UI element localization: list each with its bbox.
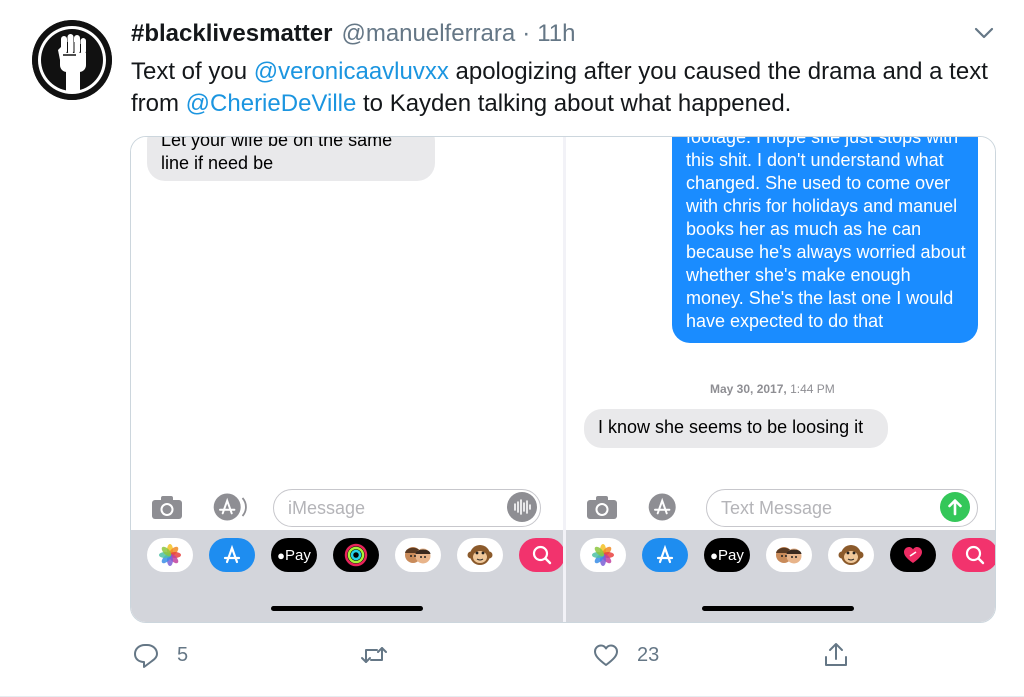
activity-icon[interactable] <box>333 538 379 572</box>
message-input-bar: Text Message <box>566 486 995 530</box>
home-indicator <box>271 606 423 611</box>
apple-pay-label: Pay <box>718 546 744 564</box>
memoji-icon[interactable] <box>395 538 441 572</box>
app-store-icon[interactable] <box>642 538 688 572</box>
app-drawer: ● Pay <box>131 530 563 622</box>
mention-link[interactable]: @veronicaavluvxx <box>254 58 449 85</box>
message-bubble-sent: footage. I hope she just stops with this… <box>672 137 978 343</box>
heart-icon <box>594 644 618 666</box>
reply-button[interactable]: 5 <box>131 640 188 670</box>
apple-pay-icon[interactable]: ● Pay <box>704 538 750 572</box>
apple-pay-icon[interactable]: ● Pay <box>271 538 317 572</box>
separator-dot: · <box>522 20 531 47</box>
display-name[interactable]: #blacklivesmatter <box>131 20 332 48</box>
timestamp-date: May 30, 2017, <box>710 382 787 396</box>
like-count: 23 <box>637 643 660 666</box>
avatar[interactable] <box>32 20 112 100</box>
monkey-icon[interactable] <box>457 538 503 572</box>
chevron-down-icon[interactable] <box>970 22 998 44</box>
app-store-icon[interactable] <box>209 538 255 572</box>
home-indicator <box>702 606 854 611</box>
retweet-button[interactable] <box>359 640 405 670</box>
share-button[interactable] <box>821 640 867 670</box>
app-store-icon[interactable] <box>211 492 247 522</box>
reply-icon <box>134 644 158 668</box>
message-input-bar: iMessage <box>131 486 563 530</box>
raised-fist-icon <box>32 20 112 100</box>
share-icon <box>825 643 847 666</box>
left-screenshot: Let your wife be on the same line if nee… <box>131 137 563 622</box>
photos-icon[interactable] <box>580 538 626 572</box>
photos-icon[interactable] <box>147 538 193 572</box>
tweet-actions: 5 23 <box>131 640 1011 674</box>
text-message-input[interactable]: Text Message <box>706 489 978 527</box>
app-store-icon[interactable] <box>646 492 682 522</box>
heart-icon[interactable] <box>890 538 936 572</box>
tweet-text-part: Text of you <box>131 58 254 85</box>
tweet-text-part: to Kayden talking about what happened. <box>356 90 792 117</box>
retweet-icon <box>361 647 387 663</box>
tweet-media[interactable]: Let your wife be on the same line if nee… <box>130 136 996 623</box>
monkey-icon[interactable] <box>828 538 874 572</box>
mention-link[interactable]: @CherieDeVille <box>186 90 357 117</box>
app-drawer: ● Pay <box>566 530 995 622</box>
message-bubble-received: I know she seems to be loosing it <box>584 409 888 448</box>
like-button[interactable]: 23 <box>591 640 659 670</box>
audio-icon[interactable] <box>507 492 537 522</box>
memoji-icon[interactable] <box>766 538 812 572</box>
search-icon[interactable] <box>519 538 563 572</box>
user-handle[interactable]: @manuelferrara <box>341 20 515 48</box>
right-screenshot: footage. I hope she just stops with this… <box>566 137 995 622</box>
apple-pay-label: Pay <box>285 546 311 564</box>
camera-icon[interactable] <box>149 492 185 522</box>
message-bubble-received: Let your wife be on the same line if nee… <box>147 137 435 181</box>
search-icon[interactable] <box>952 538 995 572</box>
send-icon[interactable] <box>940 492 970 522</box>
message-timestamp: May 30, 2017, 1:44 PM <box>710 382 835 396</box>
timestamp-time: 1:44 PM <box>790 382 835 396</box>
reply-count: 5 <box>177 643 189 666</box>
tweet-header: #blacklivesmatter @manuelferrara · 11h <box>131 20 576 50</box>
tweet-text: Text of you @veronicaavluvxx apologizing… <box>131 56 1011 120</box>
tweet: #blacklivesmatter @manuelferrara · 11h T… <box>0 0 1024 697</box>
tweet-time[interactable]: 11h <box>537 20 575 48</box>
imessage-input[interactable]: iMessage <box>273 489 541 527</box>
camera-icon[interactable] <box>584 492 620 522</box>
